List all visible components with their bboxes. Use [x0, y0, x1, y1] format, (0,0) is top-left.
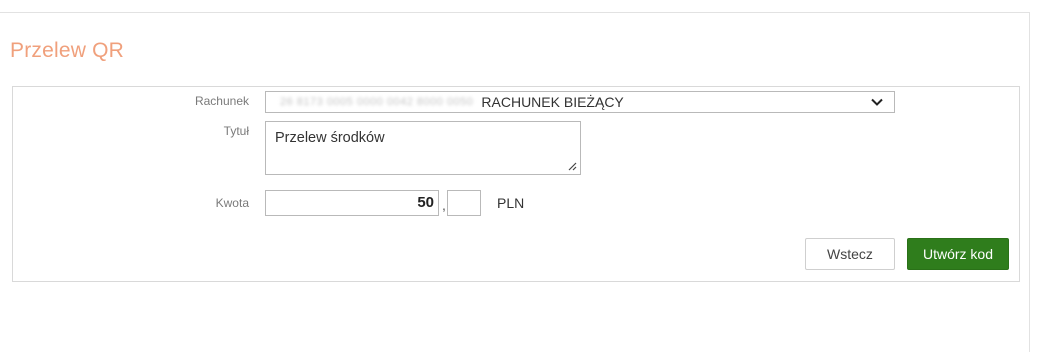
amount-label: Kwota — [215, 196, 249, 210]
account-label: Rachunek — [194, 94, 249, 108]
cents-input[interactable] — [447, 190, 481, 216]
resize-grip-icon[interactable] — [567, 161, 577, 171]
title-label: Tytuł — [223, 124, 249, 138]
account-select[interactable]: 26 8173 0005 0000 0042 8000 0050 RACHUNE… — [265, 91, 895, 113]
qr-transfer-form: Rachunek 26 8173 0005 0000 0042 8000 005… — [12, 86, 1020, 282]
page-title: Przelew QR — [10, 39, 125, 62]
masked-account-number: 26 8173 0005 0000 0042 8000 0050 — [280, 96, 474, 108]
chevron-down-icon — [871, 98, 883, 106]
account-name: RACHUNEK BIEŻĄCY — [481, 94, 624, 110]
back-button[interactable]: Wstecz — [805, 238, 895, 270]
decimal-separator: , — [442, 197, 446, 213]
amount-input[interactable]: 50 — [265, 190, 439, 216]
title-textarea[interactable]: Przelew środków — [265, 121, 581, 175]
generate-code-button[interactable]: Utwórz kod — [907, 238, 1009, 270]
currency-label: PLN — [497, 195, 525, 211]
title-value: Przelew środków — [275, 130, 385, 146]
